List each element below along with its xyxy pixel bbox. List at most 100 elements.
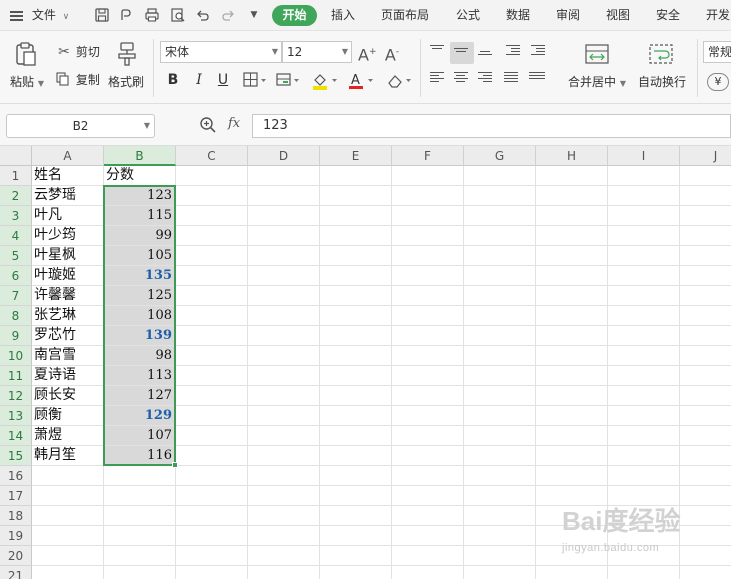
distribute-icon[interactable] xyxy=(529,72,545,86)
name-cell[interactable]: 叶星枫 xyxy=(32,246,104,266)
row-header[interactable]: 6 xyxy=(0,266,32,286)
tab-developer[interactable]: 开发 xyxy=(706,0,730,31)
empty-cell[interactable] xyxy=(464,386,536,406)
number-format-select[interactable]: 常规 xyxy=(703,41,731,63)
empty-cell[interactable] xyxy=(176,166,248,186)
empty-cell[interactable] xyxy=(680,206,731,226)
empty-cell[interactable] xyxy=(536,346,608,366)
empty-cell[interactable] xyxy=(680,246,731,266)
format-painter-button[interactable]: 格式刷 xyxy=(108,73,144,90)
merge-center-icon[interactable] xyxy=(584,43,610,67)
empty-cell[interactable] xyxy=(536,426,608,446)
empty-cell[interactable] xyxy=(320,226,392,246)
empty-cell[interactable] xyxy=(464,406,536,426)
empty-cell[interactable] xyxy=(32,546,104,566)
empty-cell[interactable] xyxy=(680,226,731,246)
save-icon[interactable] xyxy=(94,7,110,23)
empty-cell[interactable] xyxy=(680,466,731,486)
align-top-icon[interactable] xyxy=(430,45,446,59)
empty-cell[interactable] xyxy=(176,506,248,526)
empty-cell[interactable] xyxy=(464,466,536,486)
name-cell[interactable]: 南宫雪 xyxy=(32,346,104,366)
empty-cell[interactable] xyxy=(608,186,680,206)
merge-center-button[interactable]: 合并居中 ▼ xyxy=(568,73,626,90)
empty-cell[interactable] xyxy=(104,526,176,546)
empty-cell[interactable] xyxy=(248,246,320,266)
empty-cell[interactable] xyxy=(320,246,392,266)
row-header[interactable]: 9 xyxy=(0,326,32,346)
empty-cell[interactable] xyxy=(464,206,536,226)
empty-cell[interactable] xyxy=(248,506,320,526)
currency-icon[interactable]: ¥ xyxy=(707,73,729,91)
row-header[interactable]: 11 xyxy=(0,366,32,386)
empty-cell[interactable] xyxy=(392,506,464,526)
empty-cell[interactable] xyxy=(32,566,104,579)
empty-cell[interactable] xyxy=(248,226,320,246)
empty-cell[interactable] xyxy=(464,526,536,546)
empty-cell[interactable] xyxy=(680,366,731,386)
empty-cell[interactable] xyxy=(680,406,731,426)
increase-indent-icon[interactable] xyxy=(531,45,547,59)
empty-cell[interactable] xyxy=(320,266,392,286)
empty-cell[interactable] xyxy=(176,446,248,466)
empty-cell[interactable] xyxy=(104,546,176,566)
cut-button[interactable]: ✂ 剪切 xyxy=(56,43,100,61)
cell-style-icon[interactable] xyxy=(275,71,301,94)
score-cell[interactable]: 125 xyxy=(104,286,176,306)
empty-cell[interactable] xyxy=(464,186,536,206)
name-cell[interactable]: 许馨馨 xyxy=(32,286,104,306)
empty-cell[interactable] xyxy=(176,426,248,446)
row-header[interactable]: 16 xyxy=(0,466,32,486)
score-cell[interactable]: 139 xyxy=(104,326,176,346)
row-header[interactable]: 20 xyxy=(0,546,32,566)
empty-cell[interactable] xyxy=(248,286,320,306)
name-cell[interactable]: 萧煜 xyxy=(32,426,104,446)
empty-cell[interactable] xyxy=(248,346,320,366)
empty-cell[interactable] xyxy=(104,466,176,486)
row-header[interactable]: 21 xyxy=(0,566,32,579)
decrease-indent-icon[interactable] xyxy=(506,45,522,59)
increase-font-icon[interactable]: A+ xyxy=(358,43,377,64)
tab-home[interactable]: 开始 xyxy=(272,5,317,26)
empty-cell[interactable] xyxy=(536,306,608,326)
empty-cell[interactable] xyxy=(608,406,680,426)
empty-cell[interactable] xyxy=(536,286,608,306)
score-cell[interactable]: 123 xyxy=(104,186,176,206)
empty-cell[interactable] xyxy=(464,306,536,326)
empty-cell[interactable] xyxy=(32,506,104,526)
empty-cell[interactable] xyxy=(320,486,392,506)
underline-icon[interactable]: U xyxy=(214,71,232,89)
empty-cell[interactable] xyxy=(536,566,608,579)
empty-cell[interactable] xyxy=(248,406,320,426)
justify-icon[interactable] xyxy=(504,72,520,86)
score-cell[interactable]: 135 xyxy=(104,266,176,286)
empty-cell[interactable] xyxy=(248,466,320,486)
empty-cell[interactable] xyxy=(320,186,392,206)
row-header[interactable]: 4 xyxy=(0,226,32,246)
empty-cell[interactable] xyxy=(176,406,248,426)
customize-chevron-icon[interactable]: ▼ xyxy=(246,7,262,23)
empty-cell[interactable] xyxy=(248,186,320,206)
empty-cell[interactable] xyxy=(608,346,680,366)
empty-cell[interactable] xyxy=(320,426,392,446)
empty-cell[interactable] xyxy=(536,206,608,226)
empty-cell[interactable] xyxy=(536,466,608,486)
empty-cell[interactable] xyxy=(248,306,320,326)
empty-cell[interactable] xyxy=(464,566,536,579)
decrease-font-icon[interactable]: A- xyxy=(383,43,401,64)
column-header-j[interactable]: J xyxy=(680,146,731,166)
name-cell[interactable]: 叶少筠 xyxy=(32,226,104,246)
tab-view[interactable]: 视图 xyxy=(606,0,630,31)
empty-cell[interactable] xyxy=(176,526,248,546)
fx-icon[interactable]: fx xyxy=(228,116,240,131)
redo-icon[interactable] xyxy=(220,7,236,23)
wrap-text-icon[interactable] xyxy=(648,43,674,67)
name-box[interactable]: B2 ▼ xyxy=(6,114,155,138)
empty-cell[interactable] xyxy=(248,526,320,546)
empty-cell[interactable] xyxy=(464,326,536,346)
format-painter-icon[interactable] xyxy=(116,41,138,67)
empty-cell[interactable] xyxy=(680,426,731,446)
score-cell[interactable]: 127 xyxy=(104,386,176,406)
empty-cell[interactable] xyxy=(32,486,104,506)
empty-cell[interactable] xyxy=(680,186,731,206)
